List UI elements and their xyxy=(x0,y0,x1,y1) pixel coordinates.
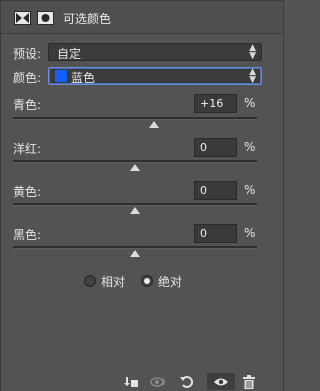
panel-header: 可选颜色 xyxy=(1,1,283,34)
magenta-slider-track[interactable] xyxy=(13,160,257,163)
panel-footer xyxy=(1,372,283,391)
relative-radio[interactable] xyxy=(84,275,96,287)
relative-label[interactable]: 相对 xyxy=(101,273,125,290)
updown-arrow-icon: ▲ ▼ xyxy=(249,67,256,85)
magenta-label: 洋红: xyxy=(13,142,42,156)
magenta-slider-thumb[interactable] xyxy=(130,164,140,171)
cyan-input[interactable]: +16 xyxy=(194,94,237,113)
panel-title: 可选颜色 xyxy=(63,12,112,26)
black-percent-unit: % xyxy=(244,226,256,240)
absolute-label[interactable]: 绝对 xyxy=(158,273,182,290)
clip-to-layer-icon[interactable] xyxy=(121,373,141,390)
trash-icon[interactable] xyxy=(239,373,259,390)
color-label: 颜色: xyxy=(13,71,42,85)
yellow-slider-track[interactable] xyxy=(13,203,257,206)
cyan-slider-track[interactable] xyxy=(13,117,257,120)
yellow-label: 黄色: xyxy=(13,185,42,199)
layer-mask-icon[interactable] xyxy=(37,11,54,25)
visibility-eye-icon[interactable] xyxy=(207,373,235,390)
magenta-percent-unit: % xyxy=(244,140,256,154)
cyan-label: 青色: xyxy=(13,98,42,112)
selective-color-properties-panel: 可选颜色 预设: 自定 ▲ ▼ 颜色: 蓝色 ▲ ▼ 青色: +16 % 洋红: 0… xyxy=(0,0,284,391)
adjustment-layer-icon[interactable] xyxy=(14,11,31,25)
black-label: 黑色: xyxy=(13,228,42,242)
yellow-input[interactable]: 0 xyxy=(194,181,237,200)
preset-label: 预设: xyxy=(13,47,42,61)
color-select[interactable]: 蓝色 ▲ ▼ xyxy=(48,67,262,85)
color-swatch xyxy=(55,70,67,82)
color-value: 蓝色 xyxy=(71,71,96,85)
black-slider-thumb[interactable] xyxy=(130,250,140,257)
preset-value: 自定 xyxy=(57,47,82,61)
preset-select[interactable]: 自定 ▲ ▼ xyxy=(48,43,262,61)
black-slider-track[interactable] xyxy=(13,246,257,249)
updown-arrow-icon: ▲ ▼ xyxy=(249,43,256,61)
absolute-radio[interactable] xyxy=(141,275,153,287)
cyan-percent-unit: % xyxy=(244,96,256,110)
reset-icon[interactable] xyxy=(177,373,197,390)
black-input[interactable]: 0 xyxy=(194,224,237,243)
cyan-slider-thumb[interactable] xyxy=(149,121,159,128)
view-previous-state-icon[interactable] xyxy=(149,373,169,390)
yellow-slider-thumb[interactable] xyxy=(130,207,140,214)
yellow-percent-unit: % xyxy=(244,183,256,197)
magenta-input[interactable]: 0 xyxy=(194,138,237,157)
